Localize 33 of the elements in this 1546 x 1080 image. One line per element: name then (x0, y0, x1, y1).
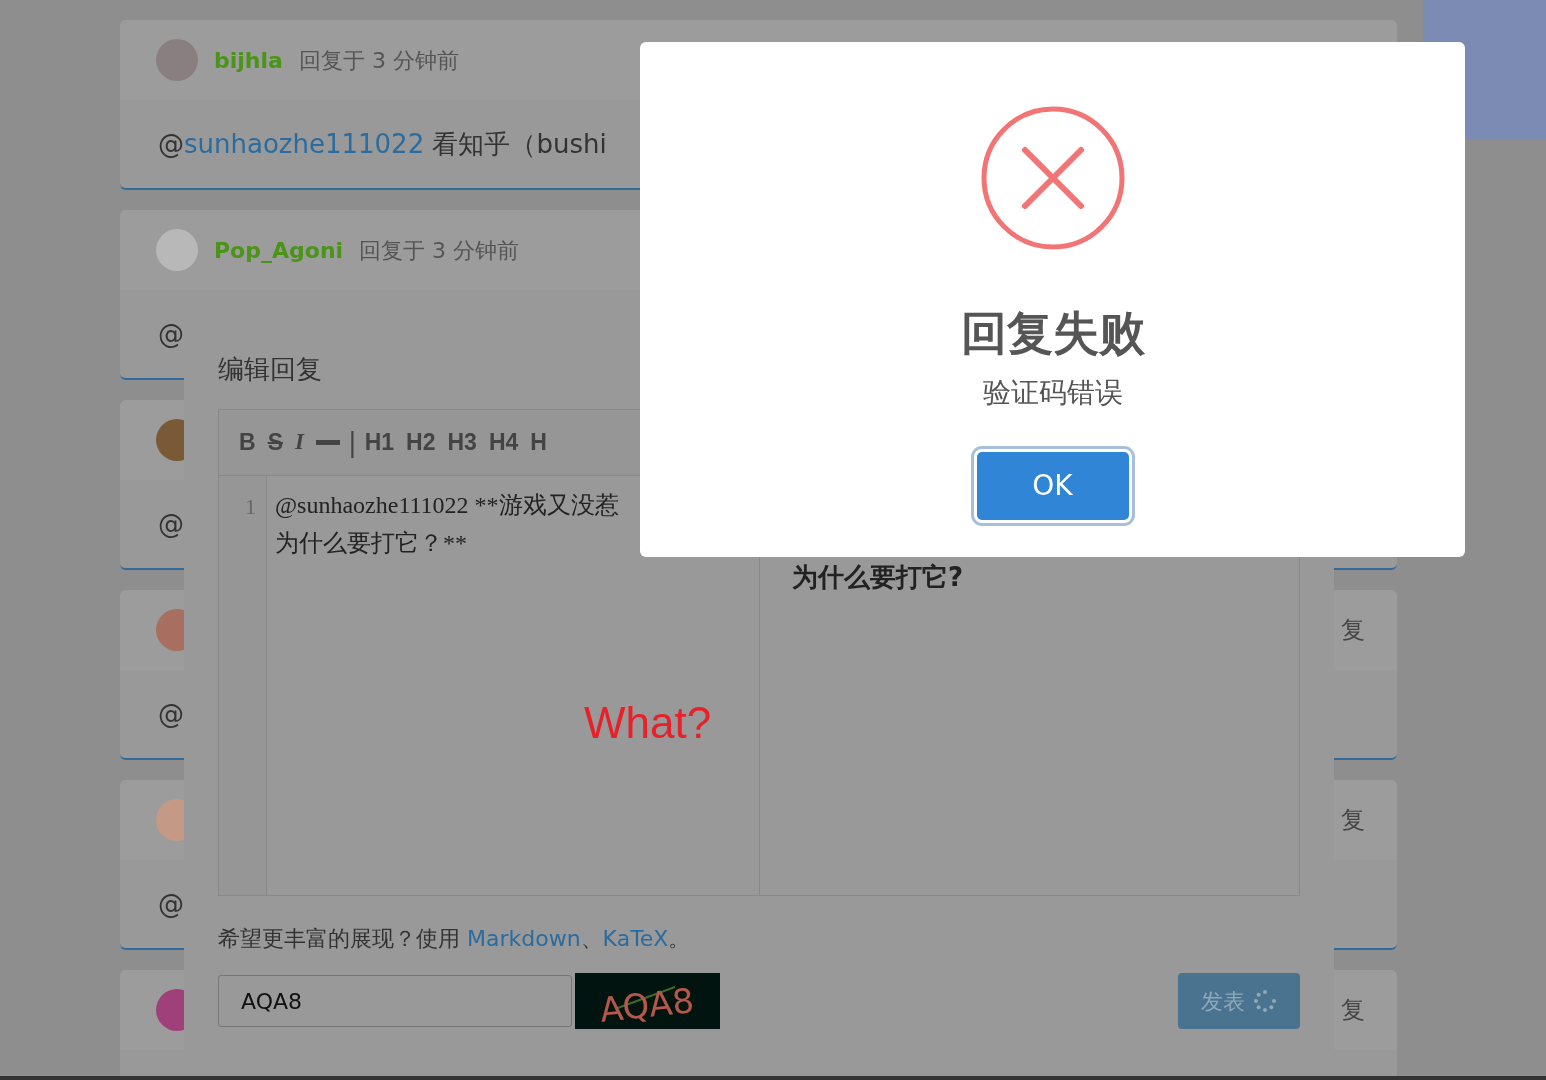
strikethrough-button[interactable]: S (263, 425, 287, 460)
heading-button[interactable]: H1 (360, 425, 399, 460)
avatar-placeholder (156, 229, 198, 271)
reply-time: 回复于 3 分钟前 (359, 236, 520, 265)
dialog-title: 编辑回复 (218, 354, 323, 386)
preview-text: 为什么要打它? (792, 561, 965, 595)
heading-button[interactable]: H (526, 425, 551, 460)
reply-time: 回复于 3 分钟前 (298, 46, 459, 75)
avatar-placeholder (156, 39, 198, 81)
captcha-input-field[interactable]: AQA8 (218, 975, 572, 1028)
heading-button[interactable]: H2 (402, 425, 440, 460)
comment-text: @ (158, 887, 184, 921)
alert-message: 验证码错误 (981, 375, 1124, 411)
heading-button[interactable]: H3 (443, 425, 481, 460)
markdown-hint: 希望更丰富的展现？使用 Markdown、KaTeX。 (218, 925, 692, 954)
mention-link[interactable]: sunhaozhe111022 (184, 128, 425, 159)
comment-text: @ (158, 697, 184, 731)
bold-button[interactable]: B (235, 425, 260, 460)
toolbar-separator: | (347, 426, 357, 460)
comment-text: @ (158, 317, 184, 351)
captcha-image: AQA8 (575, 973, 720, 1030)
heading-button[interactable]: H4 (484, 425, 523, 460)
reply-link[interactable]: 复 (1341, 612, 1365, 648)
alert-title: 回复失败 (959, 305, 1146, 362)
markdown-link[interactable]: Markdown (467, 926, 581, 952)
markdown-link[interactable]: KaTeX (602, 926, 669, 952)
comment-text: @ (158, 507, 184, 541)
italic-button[interactable]: I (290, 425, 308, 460)
reply-link[interactable]: 复 (1341, 802, 1365, 838)
reply-link[interactable]: 复 (1341, 992, 1365, 1028)
submit-button[interactable]: 发表 (1178, 973, 1300, 1030)
comment-text: @sunhaozhe111022 看知乎（bushi (158, 127, 607, 161)
annotation-text: What? (584, 697, 712, 749)
